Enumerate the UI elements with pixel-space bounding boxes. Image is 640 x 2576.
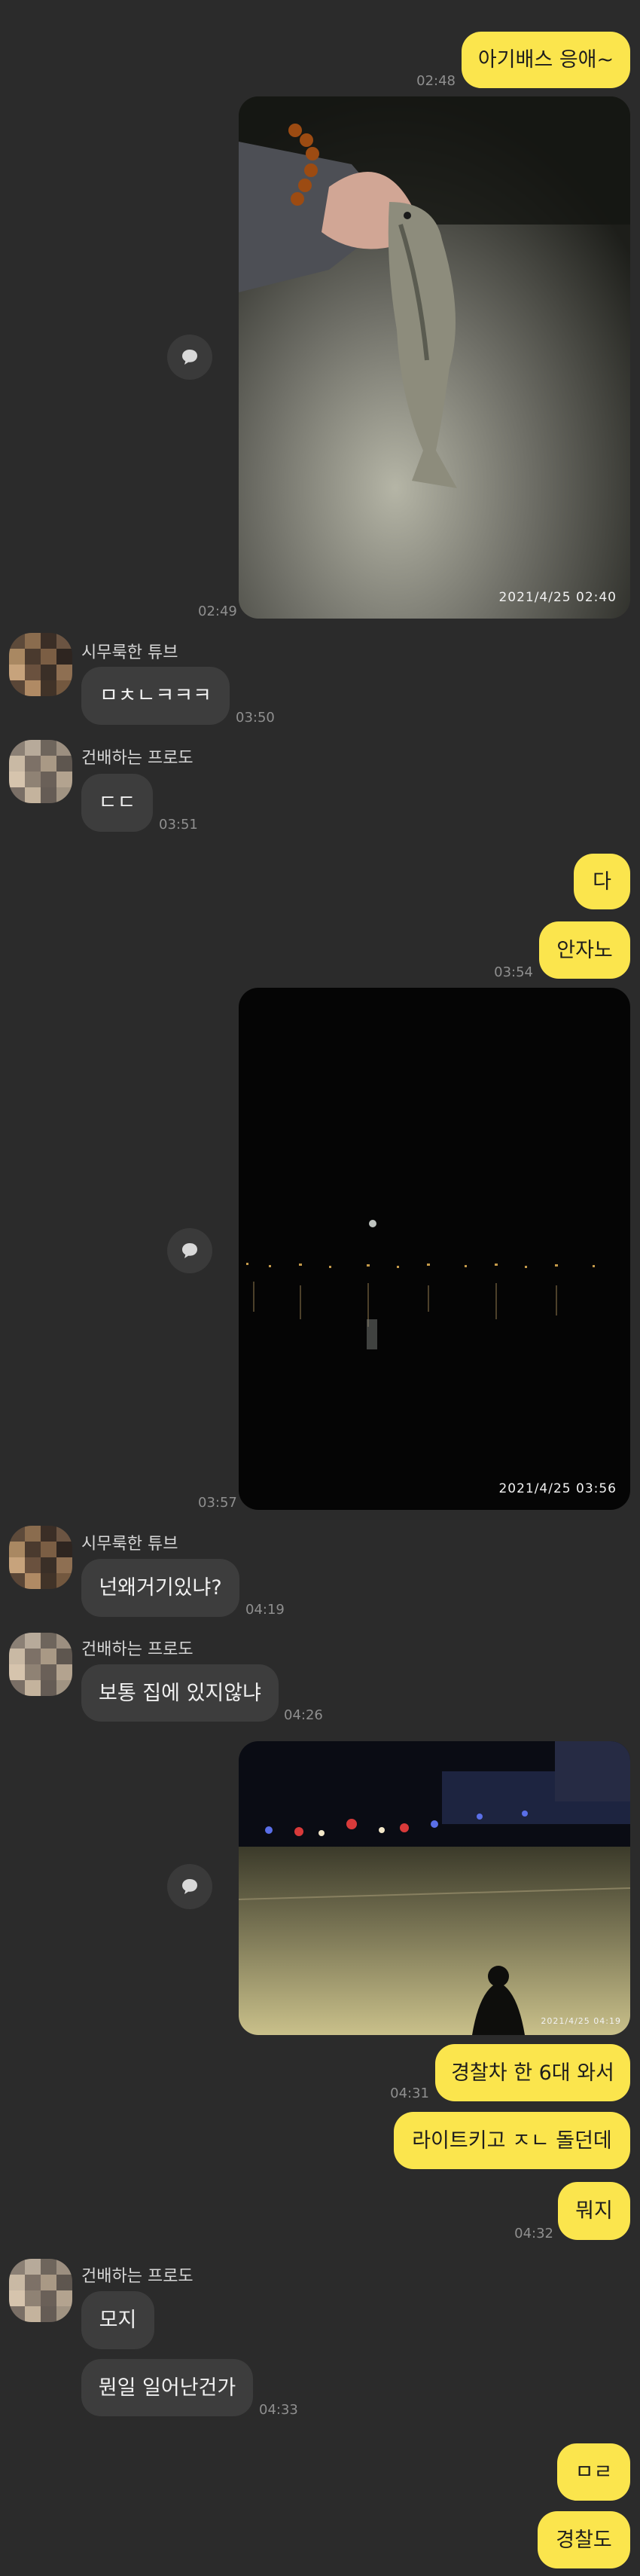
sender-name: 시무룩한 튜브 (81, 643, 178, 662)
sender-name: 건배하는 프로도 (81, 1640, 194, 1659)
my-message-bubble[interactable]: 경찰차 한 6대 와서 (435, 2044, 630, 2101)
photo-fish-catch[interactable]: 2021/4/25 02:40 (239, 96, 630, 619)
avatar[interactable] (9, 2259, 72, 2322)
photo-timestamp: 2021/4/25 02:40 (498, 590, 617, 605)
my-message-bubble[interactable]: 경찰도 (538, 2511, 630, 2568)
photo-night-river[interactable]: 2021/4/25 03:56 (239, 988, 630, 1510)
avatar[interactable] (9, 1526, 72, 1589)
sender-name: 건배하는 프로도 (81, 749, 194, 768)
share-button[interactable] (167, 1864, 212, 1909)
timestamp: 03:54 (494, 964, 533, 980)
avatar[interactable] (9, 740, 72, 803)
timestamp: 04:32 (514, 2226, 553, 2241)
share-speech-bubble-icon (182, 350, 197, 365)
avatar[interactable] (9, 633, 72, 696)
timestamp: 03:51 (159, 817, 198, 833)
share-speech-bubble-icon (182, 1879, 197, 1894)
avatar[interactable] (9, 1633, 72, 1696)
timestamp: 04:26 (284, 1707, 323, 1723)
photo-image (239, 1741, 630, 2035)
photo-image (239, 988, 630, 1510)
message-bubble[interactable]: 넌왜거기있냐? (81, 1559, 239, 1617)
my-message-bubble[interactable]: 다 (574, 854, 630, 909)
share-button[interactable] (167, 335, 212, 380)
timestamp: 04:33 (259, 2402, 298, 2418)
my-message-bubble[interactable]: 안자노 (539, 921, 630, 979)
timestamp: 04:31 (390, 2086, 429, 2101)
timestamp: 03:50 (236, 710, 275, 726)
photo-timestamp: 2021/4/25 04:19 (541, 2016, 621, 2026)
photo-timestamp: 2021/4/25 03:56 (498, 1481, 617, 1496)
sender-name: 건배하는 프로도 (81, 2267, 194, 2286)
my-message-bubble[interactable]: 뭐지 (558, 2182, 630, 2240)
message-bubble[interactable]: ㄷㄷ (81, 774, 153, 832)
timestamp: 02:48 (416, 73, 456, 89)
timestamp: 04:19 (245, 1602, 285, 1618)
my-message-bubble[interactable]: 라이트키고 ㅈㄴ 돌던데 (394, 2112, 630, 2169)
my-message-bubble[interactable]: ㅁㄹ (557, 2443, 630, 2501)
photo-police-lights[interactable]: 2021/4/25 04:19 (239, 1741, 630, 2035)
timestamp: 03:57 (198, 1495, 237, 1511)
my-message-bubble[interactable]: 아기배스 응애~ (462, 32, 630, 88)
share-button[interactable] (167, 1228, 212, 1273)
message-bubble[interactable]: ㅁㅊㄴㅋㅋㅋ (81, 667, 230, 725)
message-bubble[interactable]: 보통 집에 있지않냐 (81, 1664, 279, 1722)
message-bubble[interactable]: 뭔일 일어난건가 (81, 2359, 253, 2416)
share-speech-bubble-icon (182, 1243, 197, 1258)
sender-name: 시무룩한 튜브 (81, 1535, 178, 1554)
message-bubble[interactable]: 모지 (81, 2291, 154, 2349)
timestamp: 02:49 (198, 604, 237, 619)
photo-image (239, 96, 630, 619)
